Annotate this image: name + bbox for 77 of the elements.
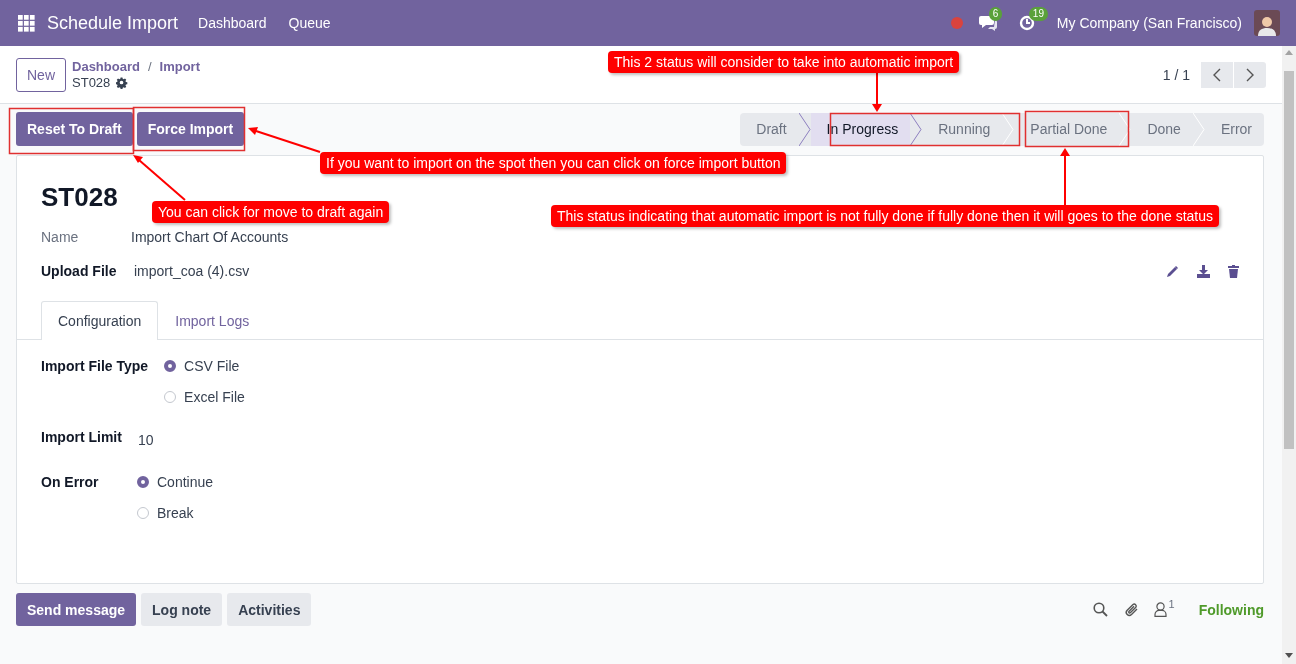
- record-name: ST028: [72, 74, 111, 91]
- chevron-right-icon: [1246, 67, 1254, 82]
- status-step[interactable]: Draft: [740, 112, 799, 146]
- trash-icon: [1228, 264, 1239, 278]
- chevron-icon: [1119, 112, 1132, 146]
- chevron-icon: [1002, 112, 1015, 146]
- arrow: [133, 155, 186, 201]
- status-step[interactable]: Error: [1204, 112, 1264, 146]
- new-button[interactable]: New: [16, 57, 66, 92]
- chatter-button[interactable]: Send message: [16, 593, 137, 626]
- tab[interactable]: Import Logs: [158, 301, 267, 340]
- attachment-button[interactable]: [1123, 601, 1140, 618]
- tab[interactable]: Configuration: [41, 301, 159, 340]
- download-button[interactable]: [1197, 264, 1210, 278]
- chevron-icon: [798, 112, 811, 146]
- callout-note: You can click for move to draft again: [152, 201, 390, 223]
- radio-icon[interactable]: [137, 476, 149, 488]
- chat-icon[interactable]: [978, 15, 997, 31]
- chevron-icon: [910, 112, 923, 146]
- callout-note: This status indicating that automatic import is not fully done if fully done then it will goes to the done status: [551, 205, 1220, 227]
- scrollbar[interactable]: [1282, 46, 1296, 664]
- previous-button[interactable]: [1201, 61, 1233, 88]
- apps-menu-icon[interactable]: [18, 14, 35, 32]
- menu-item[interactable]: Dashboard: [198, 15, 267, 31]
- field-label: Name: [41, 229, 80, 245]
- search-button[interactable]: [1092, 602, 1108, 617]
- field-label: Upload File: [41, 263, 118, 279]
- download-icon: [1197, 264, 1210, 278]
- status-step[interactable]: Partial Done: [1014, 112, 1120, 146]
- followers-button[interactable]: 1: [1153, 602, 1175, 617]
- user-avatar[interactable]: [1254, 10, 1280, 36]
- header-button[interactable]: Reset To Draft: [16, 112, 133, 146]
- status-step[interactable]: Running: [922, 112, 1003, 146]
- radio-icon[interactable]: [164, 391, 177, 403]
- paperclip-icon: [1123, 601, 1140, 618]
- arrow: [872, 72, 882, 112]
- activity-count: 19: [1028, 7, 1048, 21]
- field-value: Import Chart Of Accounts: [131, 229, 289, 245]
- chevron-left-icon: [1213, 67, 1221, 82]
- person-icon: [1153, 602, 1167, 617]
- radio-option[interactable]: CSV File: [164, 356, 245, 376]
- radio-option[interactable]: Excel File: [164, 387, 245, 407]
- following-button[interactable]: Following: [1198, 601, 1264, 618]
- breadcrumb-link[interactable]: Dashboard: [72, 58, 140, 75]
- callout-note: This 2 status will consider to take into automatic import: [608, 51, 960, 73]
- message-count: 6: [988, 7, 1003, 21]
- file-name[interactable]: import_coa (4).csv: [134, 263, 250, 279]
- pencil-icon: [1166, 264, 1179, 278]
- header-button[interactable]: Force Import: [136, 112, 245, 146]
- arrow: [1060, 148, 1070, 206]
- field-value[interactable]: 10: [137, 427, 154, 450]
- field-label: Import File Type: [41, 357, 149, 376]
- field-label: On Error: [41, 473, 100, 492]
- delete-button[interactable]: [1228, 264, 1239, 278]
- search-icon: [1092, 602, 1108, 617]
- record-dot-icon[interactable]: [950, 17, 963, 29]
- chatter-button[interactable]: Activities: [227, 593, 312, 626]
- radio-icon[interactable]: [137, 507, 149, 519]
- record-title: ST028: [41, 181, 118, 214]
- scroll-down-icon[interactable]: [1285, 653, 1293, 658]
- breadcrumb-separator: /: [147, 58, 152, 75]
- callout-note: If you want to import on the spot then you can click on force import button: [320, 152, 787, 174]
- company-switcher[interactable]: My Company (San Francisco): [1056, 15, 1242, 31]
- field-label: Import Limit: [41, 428, 122, 447]
- gear-icon[interactable]: [116, 76, 129, 89]
- app-title[interactable]: Schedule Import: [47, 12, 179, 34]
- pager-value: 1 / 1: [1162, 66, 1190, 83]
- breadcrumb-link[interactable]: Import: [159, 58, 200, 75]
- edit-button[interactable]: [1166, 264, 1179, 278]
- radio-option[interactable]: Continue: [137, 472, 214, 492]
- status-step[interactable]: Done: [1131, 112, 1193, 146]
- clock-icon[interactable]: [1018, 15, 1035, 31]
- radio-icon[interactable]: [164, 360, 177, 372]
- chatter-button[interactable]: Log note: [141, 593, 223, 626]
- radio-option[interactable]: Break: [137, 503, 214, 523]
- scrollbar-thumb[interactable]: [1284, 71, 1294, 449]
- menu-item[interactable]: Queue: [288, 15, 331, 31]
